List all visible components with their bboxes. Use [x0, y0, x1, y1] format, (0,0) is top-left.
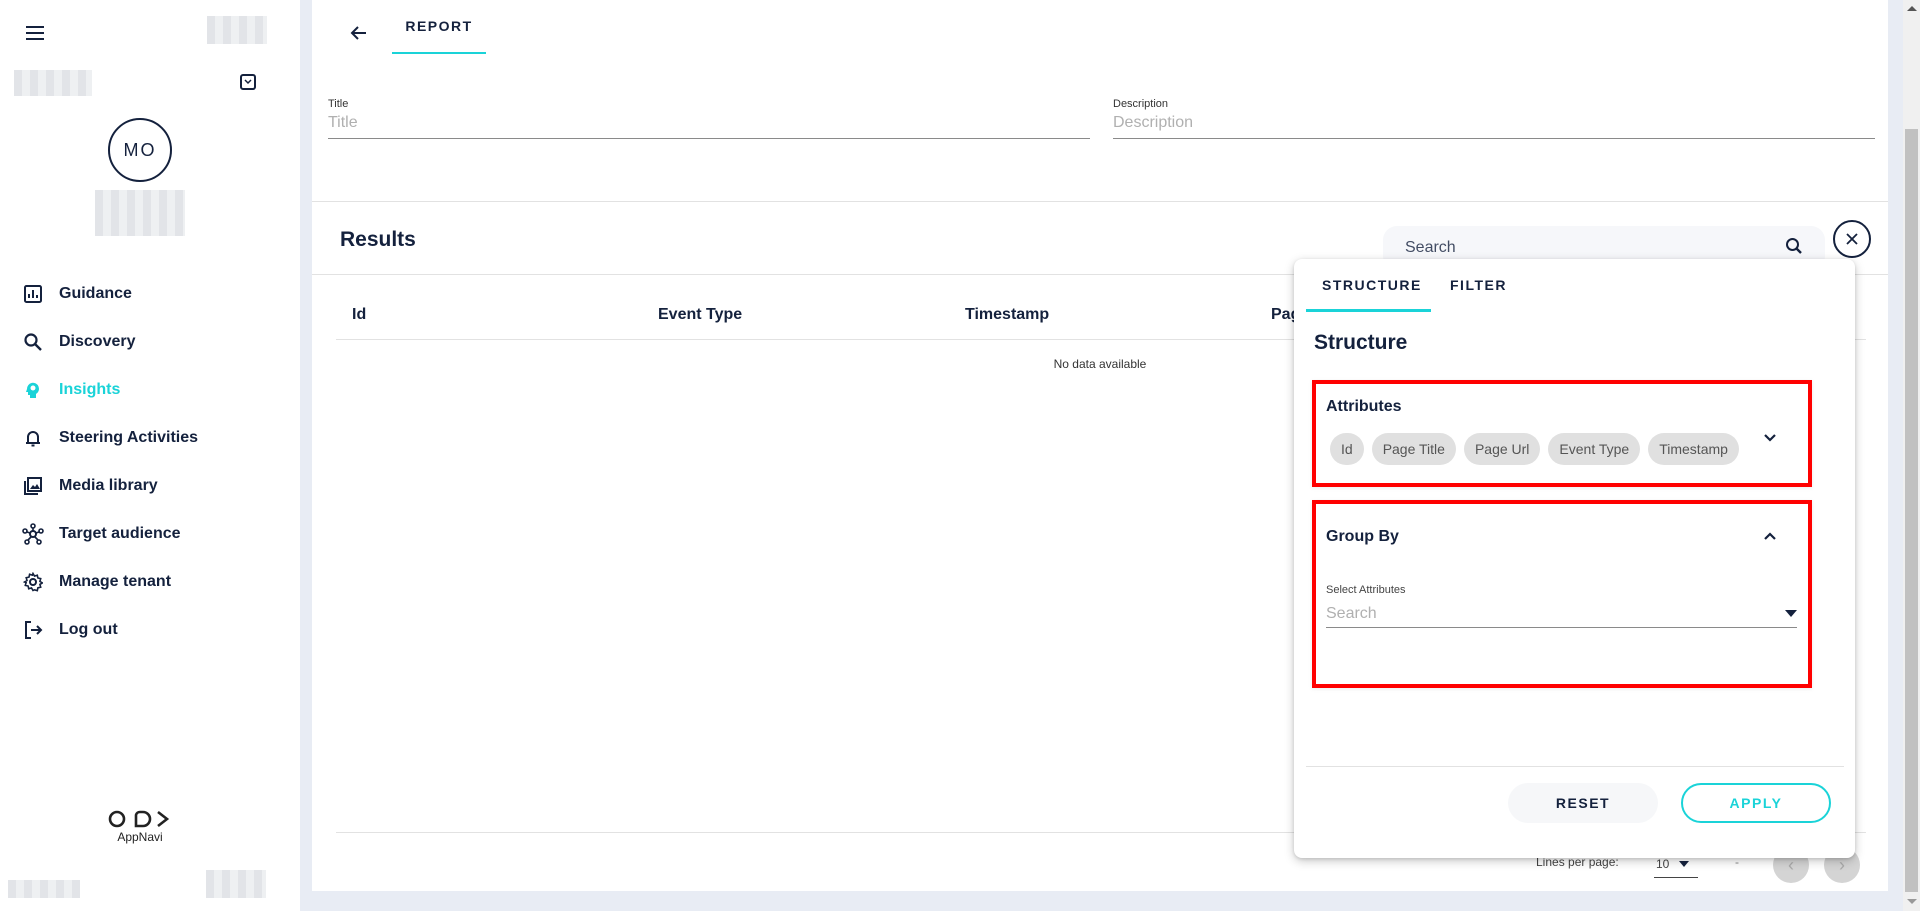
tab-report[interactable]: REPORT: [392, 0, 486, 54]
select-attributes-label: Select Attributes: [1326, 584, 1406, 596]
arrow-left-icon[interactable]: [348, 22, 370, 44]
results-title: Results: [340, 228, 416, 251]
appnavi-logo: AppNavi: [104, 810, 176, 844]
attributes-section: Attributes Id Page Title Page Url Event …: [1312, 380, 1812, 487]
redacted-footer-right: [206, 870, 266, 898]
sidebar-item-guidance[interactable]: Guidance: [0, 270, 300, 318]
appnavi-logo-text: AppNavi: [117, 830, 163, 844]
redacted-footer-left: [8, 880, 80, 898]
scroll-up-arrow-icon[interactable]: [1907, 6, 1917, 11]
attribute-chips: Id Page Title Page Url Event Type Timest…: [1330, 433, 1739, 465]
group-by-title: Group By: [1326, 528, 1399, 545]
results-search-input[interactable]: [1405, 239, 1785, 257]
tab-filter[interactable]: FILTER: [1450, 277, 1507, 312]
sidebar-item-target-audience[interactable]: Target audience: [0, 510, 300, 558]
divider: [312, 201, 1888, 202]
sidebar-item-label: Guidance: [59, 285, 132, 302]
structure-filter-panel: STRUCTURE FILTER Structure Attributes Id…: [1294, 259, 1855, 858]
sidebar-item-label: Log out: [59, 621, 118, 638]
reset-button[interactable]: RESET: [1508, 783, 1658, 823]
scrollbar-thumb[interactable]: [1905, 129, 1918, 892]
caret-down-icon: [1785, 610, 1797, 617]
sidebar-item-label: Media library: [59, 477, 158, 494]
page-scrollbar[interactable]: [1903, 0, 1920, 911]
sidebar-item-insights[interactable]: Insights: [0, 366, 300, 414]
redacted-user-name: [95, 190, 185, 236]
sidebar-nav: Guidance Discovery Insights Steering Act…: [0, 270, 300, 654]
title-label: Title: [328, 98, 349, 110]
close-panel-button[interactable]: [1833, 220, 1871, 258]
attribute-chip[interactable]: Id: [1330, 433, 1364, 465]
lines-per-page-value: 10: [1656, 856, 1670, 871]
hamburger-icon[interactable]: [26, 26, 44, 40]
sidebar-item-steering-activities[interactable]: Steering Activities: [0, 414, 300, 462]
sidebar: MO Guidance Discovery Insights Steering …: [0, 0, 300, 911]
avatar[interactable]: MO: [108, 118, 172, 182]
description-label: Description: [1113, 98, 1169, 110]
attribute-chip[interactable]: Page Url: [1463, 433, 1541, 465]
head-lightbulb-icon: [22, 379, 44, 401]
sidebar-item-media-library[interactable]: Media library: [0, 462, 300, 510]
column-header-event-type[interactable]: Event Type: [658, 306, 742, 324]
attributes-title: Attributes: [1326, 398, 1402, 415]
network-icon: [22, 523, 44, 545]
panel-title: Structure: [1314, 331, 1408, 354]
apply-button[interactable]: APPLY: [1681, 783, 1831, 823]
sidebar-item-label: Discovery: [59, 333, 136, 350]
panel-footer-divider: [1306, 766, 1844, 767]
sidebar-item-manage-tenant[interactable]: Manage tenant: [0, 558, 300, 606]
sidebar-item-label: Manage tenant: [59, 573, 172, 590]
chevron-up-icon[interactable]: [1760, 526, 1780, 546]
description-input[interactable]: [1113, 110, 1875, 139]
logout-icon: [22, 619, 44, 641]
close-icon: [1846, 233, 1858, 245]
title-field: Title: [328, 98, 1090, 139]
attribute-chip[interactable]: Timestamp: [1648, 433, 1739, 465]
group-by-section: Group By Select Attributes: [1312, 500, 1812, 688]
redacted-tenant-name: [14, 70, 92, 96]
sidebar-item-log-out[interactable]: Log out: [0, 606, 300, 654]
attribute-chip[interactable]: Event Type: [1548, 433, 1641, 465]
column-header-id[interactable]: Id: [352, 306, 366, 324]
chevron-down-icon[interactable]: [1760, 428, 1780, 448]
avatar-initials: MO: [123, 139, 157, 160]
search-icon[interactable]: [1785, 237, 1803, 260]
redacted-logo: [207, 16, 267, 44]
description-field: Description: [1113, 98, 1875, 139]
sidebar-item-label: Steering Activities: [59, 429, 199, 446]
select-attributes-search-input[interactable]: [1326, 604, 1746, 623]
attribute-chip[interactable]: Page Title: [1371, 433, 1456, 465]
sidebar-item-label: Insights: [59, 381, 121, 398]
caret-down-icon: [1679, 860, 1690, 867]
tab-structure[interactable]: STRUCTURE: [1306, 277, 1431, 312]
chevron-down-square-icon[interactable]: [240, 74, 256, 90]
scroll-down-arrow-icon[interactable]: [1907, 899, 1917, 904]
gear-icon: [22, 571, 44, 593]
sidebar-item-discovery[interactable]: Discovery: [0, 318, 300, 366]
title-input[interactable]: [328, 110, 1090, 139]
sidebar-item-label: Target audience: [59, 525, 181, 542]
image-library-icon: [22, 475, 44, 497]
column-header-timestamp[interactable]: Timestamp: [965, 306, 1049, 324]
appnavi-logo-icon: [104, 810, 176, 828]
search-icon: [22, 331, 44, 353]
bell-icon: [22, 427, 44, 449]
select-attributes-dropdown[interactable]: [1326, 600, 1797, 628]
bar-chart-icon: [22, 283, 44, 305]
